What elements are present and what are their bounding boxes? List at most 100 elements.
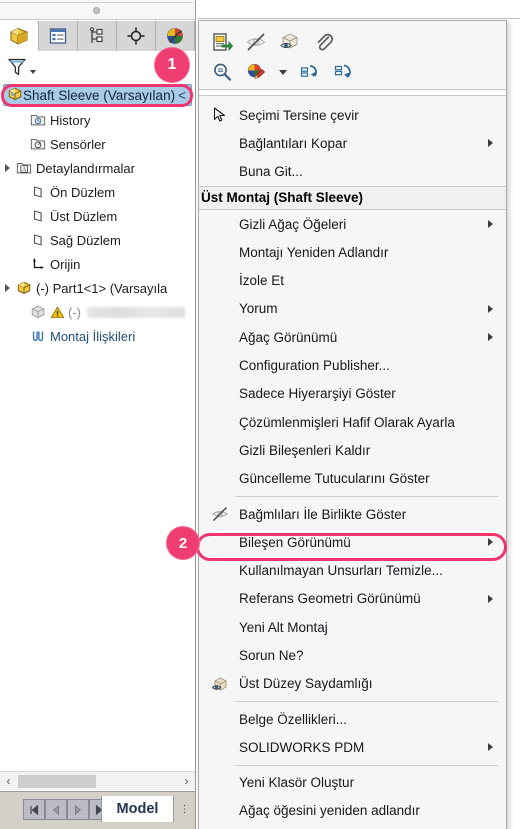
menu-item-reference-geometry-display[interactable]: Referans Geometri Görünümü [199,585,506,613]
tree-horizontal-scrollbar[interactable]: ‹ › [0,771,195,790]
splitter-handle-dot[interactable] [93,7,100,14]
tree-root-item[interactable]: Shaft Sleeve (Varsayılan) < [3,84,192,106]
tab-overflow-button[interactable]: ⋮ [175,796,195,822]
menu-item-tree-display[interactable]: Ağaç Görünümü [199,323,506,351]
context-menu-toolbar [199,21,506,101]
menu-item-set-resolved-to-lightweight[interactable]: Çözümlenmişleri Hafif Olarak Ayarla [199,408,506,436]
menu-item-invert-selection[interactable]: Seçimi Tersine çevir [199,101,506,129]
scroll-left-arrow-icon[interactable]: ‹ [0,772,17,791]
yellow-box-icon [10,27,28,45]
menu-item-show-with-dependents[interactable]: Bağmlıları İle Birlikte Göster [199,500,506,528]
tree-item-label: Sensörler [50,136,106,152]
tree-item-mates[interactable]: Montaj İlişkileri [0,324,195,348]
tab-model[interactable]: Model [101,796,174,822]
tree-item-right-plane[interactable]: Sağ Düzlem [0,228,195,252]
tree-item-history[interactable]: History [0,108,195,132]
tree-item-top-plane[interactable]: Üst Düzlem [0,204,195,228]
filter-chevron-down-icon[interactable] [30,70,36,74]
tree-expander[interactable] [0,164,14,172]
panel-splitter[interactable] [0,0,195,20]
feature-manager-tab[interactable] [0,21,39,51]
menu-item-label: Ağaç Görünümü [239,329,338,345]
nav-next-button[interactable] [67,799,89,820]
tree-item-origin[interactable]: Orijin [0,252,195,276]
menu-item-show-update-holders[interactable]: Güncelleme Tutucularını Göster [199,465,506,493]
menu-item-rename-tree-item[interactable]: Ağaç öğesini yeniden adlandır [199,797,506,825]
configuration-manager-tab[interactable] [78,21,117,51]
menu-item-isolate[interactable]: İzole Et [199,266,506,294]
feature-manager-panel: Shaft Sleeve (Varsayılan) < History Sens… [0,0,196,829]
menu-item-label: Sadece Hiyerarşiyi Göster [239,386,396,402]
warning-icon [48,305,66,320]
menu-item-component-display[interactable]: Bileşen Görünümü [199,528,506,556]
menu-item-comment[interactable]: Yorum [199,295,506,323]
tree-item-front-plane[interactable]: Ön Düzlem [0,180,195,204]
menu-item-purge-unused-features[interactable]: Kullanılmayan Unsurları Temizle... [199,556,506,584]
part-icon [14,280,34,296]
menu-item-label: Kullanılmayan Unsurları Temizle... [239,563,443,579]
menu-item-label: İzole Et [239,273,285,289]
history-folder-icon [28,112,48,128]
menu-item-configuration-publisher[interactable]: Configuration Publisher... [199,351,506,379]
menu-item-new-subassembly[interactable]: Yeni Alt Montaj [199,613,506,641]
collapse-items-icon[interactable] [297,59,323,85]
menu-item-label: Bileşen Görünümü [239,534,351,550]
menu-item-remove-hidden-components[interactable]: Gizli Bileşenleri Kaldır [199,436,506,464]
open-part-icon[interactable] [209,29,235,55]
scrollbar-thumb[interactable] [18,775,96,788]
submenu-arrow-icon [488,538,493,547]
menu-item-label: Bağmlıları İle Birlikte Göster [239,506,407,522]
menu-item-label: Bağlantıları Kopar [239,135,348,151]
tree-expander[interactable] [0,284,14,292]
tree-item-label: Ön Düzlem [50,184,116,200]
scroll-right-arrow-icon[interactable]: › [178,772,195,791]
menu-item-break-links[interactable]: Bağlantıları Kopar [199,129,506,157]
menu-item-label: Yeni Alt Montaj [239,619,328,635]
tree-item-label: (-) [68,304,81,320]
expand-items-icon[interactable] [331,59,357,85]
menu-item-rename-assembly[interactable]: Montajı Yeniden Adlandır [199,238,506,266]
suppressed-part-icon [28,304,48,320]
tree-item-sensors[interactable]: Sensörler [0,132,195,156]
appearance-dropdown-caret[interactable] [277,59,289,85]
context-menu-items: Seçimi Tersine çevir Bağlantıları Kopar … [199,101,506,829]
menu-item-hide-show-tree-items[interactable]: Ağaç Öğelerini Gizle/Göster... [199,825,506,829]
menu-item-create-new-folder[interactable]: Yeni Klasör Oluştur [199,769,506,797]
manager-tab-strip [0,21,195,51]
menu-separator [235,495,498,497]
filter-control[interactable] [6,56,36,78]
menu-item-top-level-transparency[interactable]: Üst Düzey Saydamlığı [199,670,506,698]
feature-tree: Shaft Sleeve (Varsayılan) < History Sens… [0,84,195,760]
hide-show-slash-icon [205,505,235,523]
context-menu: Seçimi Tersine çevir Bağlantıları Kopar … [198,20,507,829]
tree-item-suppressed-part[interactable]: (-) [0,300,195,324]
menu-item-show-hierarchy-only[interactable]: Sadece Hiyerarşiyi Göster [199,380,506,408]
tab-model-label: Model [116,801,159,817]
dimxpert-manager-tab[interactable] [117,21,156,51]
filter-funnel-icon[interactable] [6,56,28,78]
nav-previous-button[interactable] [45,799,67,820]
menu-item-document-properties[interactable]: Belge Özellikleri... [199,705,506,733]
menu-item-go-to[interactable]: Buna Git... [199,158,506,186]
nav-first-button[interactable] [23,799,45,820]
assembly-icon [7,86,23,105]
menu-item-whats-wrong[interactable]: Sorun Ne? [199,641,506,669]
tree-item-annotations[interactable]: A Detaylandırmalar [0,156,195,180]
hide-show-icon[interactable] [243,29,269,55]
change-transparency-icon[interactable] [277,29,303,55]
tree-item-redacted-name [87,306,185,318]
graphics-top-strip [197,0,520,19]
menu-item-solidworks-pdm[interactable]: SOLIDWORKS PDM [199,733,506,761]
tree-item-part1[interactable]: (-) Part1<1> (Varsayıla [0,276,195,300]
menu-item-label: Üst Düzey Saydamlığı [239,676,373,692]
zoom-to-selection-icon[interactable] [209,59,235,85]
context-toolbar-row-1 [199,27,506,57]
tree-item-label: (-) Part1<1> (Varsayıla [36,280,168,296]
appearance-paint-icon[interactable] [243,59,269,85]
paperclip-icon[interactable] [311,29,337,55]
menu-item-hidden-tree-items[interactable]: Gizli Ağaç Öğeleri [199,210,506,238]
tab-nav-buttons [23,799,111,820]
property-manager-tab[interactable] [39,21,78,51]
tree-children: History Sensörler A Detaylandırmalar Ön … [0,108,195,348]
menu-item-label: Güncelleme Tutucularını Göster [239,471,430,487]
